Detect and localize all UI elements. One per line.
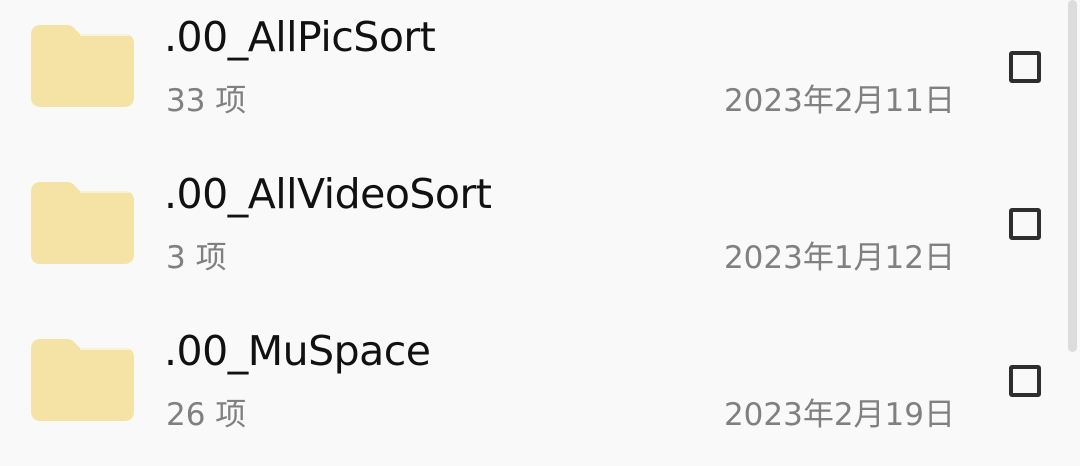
folder-icon (31, 182, 134, 264)
modified-date: 2023年2月11日 (723, 83, 955, 119)
select-checkbox[interactable] (1009, 208, 1041, 240)
folder-icon (31, 339, 134, 421)
select-checkbox[interactable] (1009, 51, 1041, 83)
modified-date: 2023年2月19日 (723, 397, 955, 433)
file-name: .00_AllPicSort (164, 13, 436, 61)
item-count: 26 项 (166, 397, 247, 433)
list-item[interactable]: .00_AllPicSort 33 项 2023年2月11日 (0, 0, 1064, 144)
select-checkbox[interactable] (1009, 365, 1041, 397)
folder-icon (31, 25, 134, 107)
list-item[interactable]: .00_MuSpace 26 项 2023年2月19日 (0, 308, 1064, 458)
list-item[interactable]: .00_AllVideoSort 3 项 2023年1月12日 (0, 151, 1064, 301)
file-list: .00_AllPicSort 33 项 2023年2月11日 .00_AllVi… (0, 0, 1064, 466)
modified-date: 2023年1月12日 (723, 240, 955, 276)
file-name: .00_AllVideoSort (164, 170, 492, 218)
scrollbar[interactable] (1068, 0, 1077, 352)
item-count: 3 项 (166, 240, 227, 276)
item-count: 33 项 (166, 83, 247, 119)
file-name: .00_MuSpace (164, 327, 431, 375)
